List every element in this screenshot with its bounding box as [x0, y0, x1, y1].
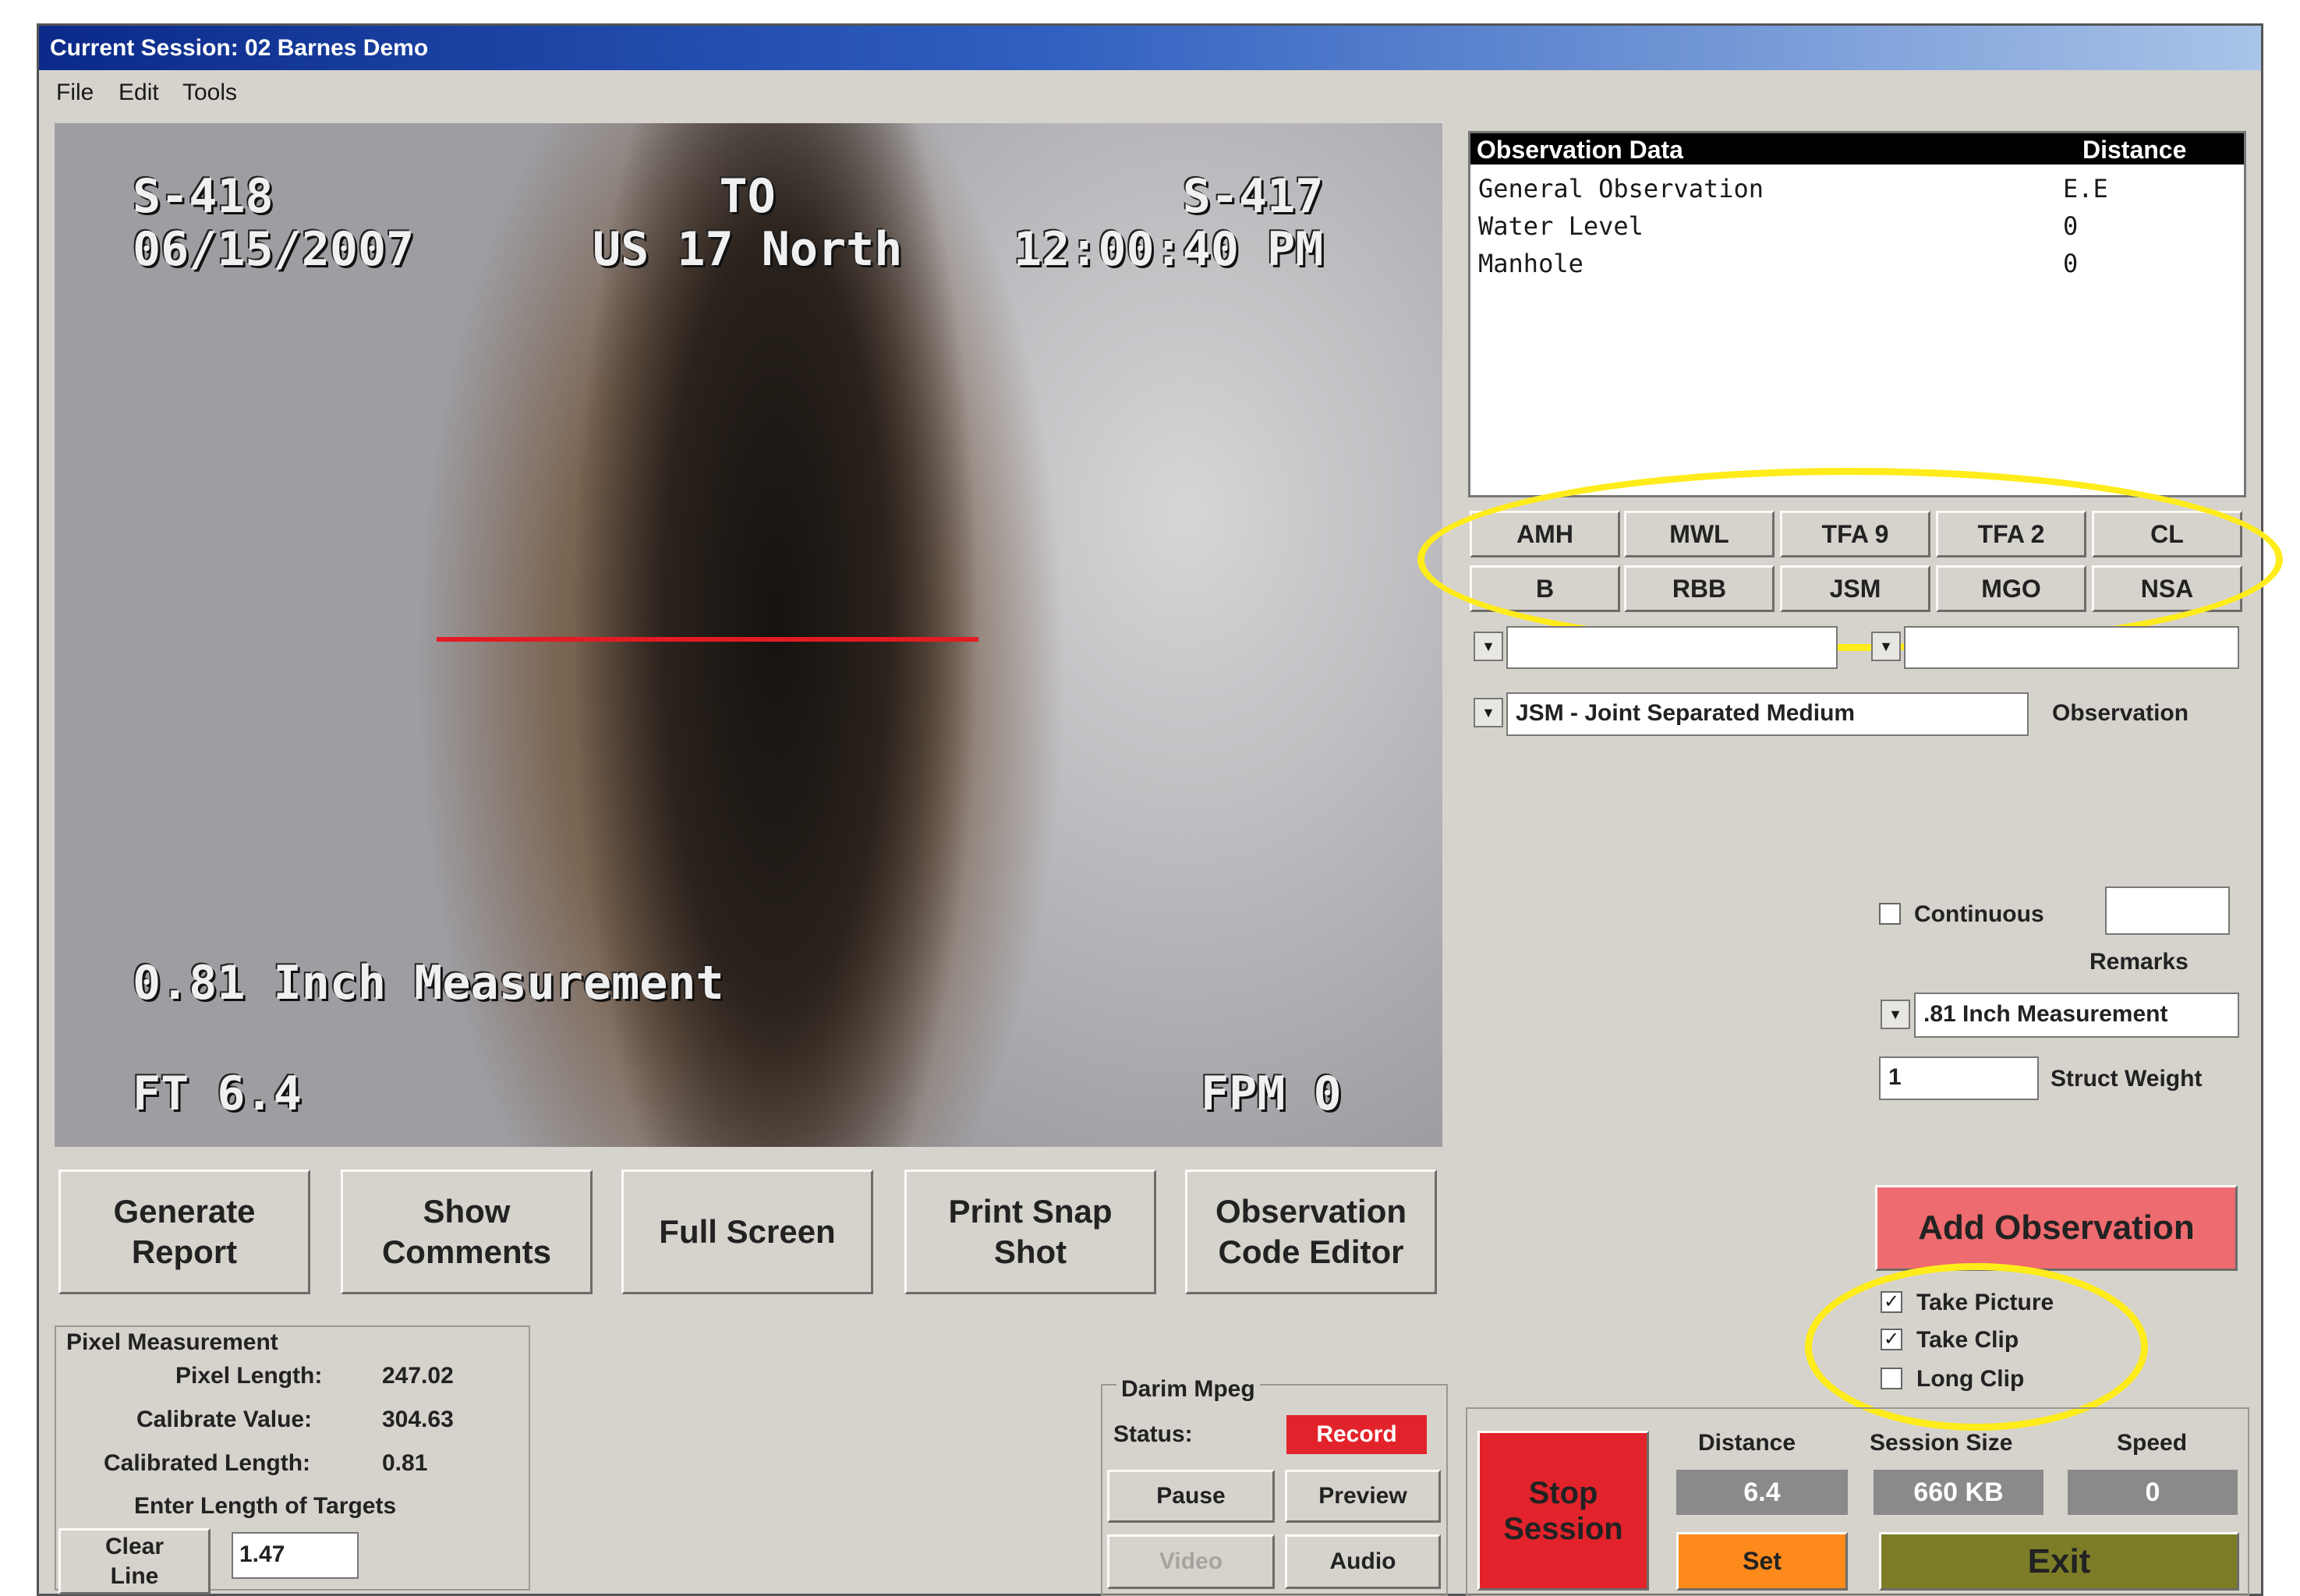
session-size-value: 660 KB	[1874, 1470, 2043, 1515]
overlay-speed: FPM 0	[1201, 1067, 1342, 1121]
observation-row-name[interactable]: Manhole	[1478, 249, 1583, 278]
overlay-footage: FT 6.4	[133, 1067, 302, 1121]
window-title: Current Session: 02 Barnes Demo	[39, 26, 2261, 70]
enter-length-label: Enter Length of Targets	[134, 1493, 397, 1519]
measurement-line[interactable]	[437, 637, 978, 642]
observation-row-distance: E.E	[2063, 174, 2108, 203]
mpeg-title: Darim Mpeg	[1116, 1376, 1260, 1403]
struct-weight-input[interactable]: 1	[1879, 1056, 2039, 1100]
pixel-length-value: 247.02	[382, 1363, 454, 1389]
observation-list-header: Observation Data Distance	[1470, 133, 2244, 165]
continuous-label: Continuous	[1914, 901, 2044, 927]
struct-weight-label: Struct Weight	[2051, 1066, 2203, 1092]
mpeg-status-label: Status:	[1113, 1421, 1193, 1447]
menu-bar: File Edit Tools	[39, 72, 2261, 115]
highlight-ellipse-codes	[1417, 468, 2283, 651]
clear-line-button[interactable]: Clear Line	[58, 1528, 211, 1594]
pixel-measurement-title: Pixel Measurement	[66, 1329, 278, 1355]
distance-label: Distance	[1698, 1430, 1796, 1456]
observation-code-editor-button[interactable]: Observation Code Editor	[1185, 1170, 1437, 1294]
overlay-top-right: S-417 12:00:40 PM	[1014, 169, 1324, 277]
show-comments-button[interactable]: Show Comments	[341, 1170, 593, 1294]
chevron-down-icon[interactable]: ▼	[1474, 698, 1503, 727]
header-distance: Distance	[2082, 136, 2187, 164]
remarks-label: Remarks	[2089, 949, 2189, 975]
observation-row-name[interactable]: General Observation	[1478, 174, 1764, 203]
stop-session-button[interactable]: Stop Session	[1477, 1431, 1649, 1591]
calibrated-length-value: 0.81	[382, 1450, 428, 1476]
speed-value: 0	[2068, 1470, 2238, 1515]
generate-report-button[interactable]: Generate Report	[58, 1170, 310, 1294]
overlay-measurement: 0.81 Inch Measurement	[133, 956, 724, 1010]
video-button[interactable]: Video	[1107, 1534, 1275, 1589]
pixel-length-label: Pixel Length:	[175, 1363, 323, 1389]
calibrated-length-label: Calibrated Length:	[104, 1450, 311, 1476]
observation-list[interactable]: Observation Data Distance General Observ…	[1468, 131, 2246, 497]
observation-row-distance: 0	[2063, 249, 2079, 278]
observation-row-distance: 0	[2063, 211, 2079, 241]
distance-value: 6.4	[1676, 1470, 1848, 1515]
header-observation-data: Observation Data	[1477, 136, 1683, 164]
full-screen-button[interactable]: Full Screen	[621, 1170, 873, 1294]
preview-button[interactable]: Preview	[1285, 1470, 1441, 1523]
add-observation-button[interactable]: Add Observation	[1875, 1185, 2238, 1271]
highlight-ellipse-capture	[1805, 1263, 2148, 1431]
menu-edit[interactable]: Edit	[119, 80, 159, 106]
overlay-top-left: S-418 06/15/2007	[133, 169, 415, 277]
continuous-field[interactable]	[2105, 886, 2230, 935]
print-snapshot-button[interactable]: Print Snap Shot	[904, 1170, 1156, 1294]
overlay-top-center: TO US 17 North	[593, 169, 903, 277]
subcategory-dropdown-field[interactable]	[1904, 626, 2239, 669]
observation-row-name[interactable]: Water Level	[1478, 211, 1644, 241]
session-size-label: Session Size	[1870, 1430, 2013, 1456]
category-dropdown-field[interactable]	[1506, 626, 1838, 669]
remarks-field[interactable]: .81 Inch Measurement	[1914, 993, 2239, 1038]
set-button[interactable]: Set	[1676, 1532, 1848, 1591]
chevron-down-icon[interactable]: ▼	[1881, 1000, 1910, 1029]
continuous-checkbox[interactable]	[1879, 903, 1901, 925]
menu-file[interactable]: File	[56, 80, 94, 106]
audio-button[interactable]: Audio	[1285, 1534, 1441, 1589]
chevron-down-icon[interactable]: ▼	[1474, 632, 1503, 661]
calibrate-value-label: Calibrate Value:	[136, 1407, 313, 1432]
target-length-input[interactable]: 1.47	[232, 1532, 359, 1579]
observation-label: Observation	[2052, 700, 2189, 726]
mpeg-status-value: Record	[1286, 1415, 1427, 1454]
pause-button[interactable]: Pause	[1107, 1470, 1275, 1523]
speed-label: Speed	[2117, 1430, 2188, 1456]
exit-button[interactable]: Exit	[1879, 1532, 2239, 1591]
observation-select[interactable]: JSM - Joint Separated Medium	[1506, 692, 2029, 736]
calibrate-value: 304.63	[382, 1407, 454, 1432]
chevron-down-icon[interactable]: ▼	[1871, 632, 1901, 661]
menu-tools[interactable]: Tools	[182, 80, 237, 106]
video-feed: S-418 06/15/2007 TO US 17 North S-417 12…	[55, 123, 1442, 1147]
